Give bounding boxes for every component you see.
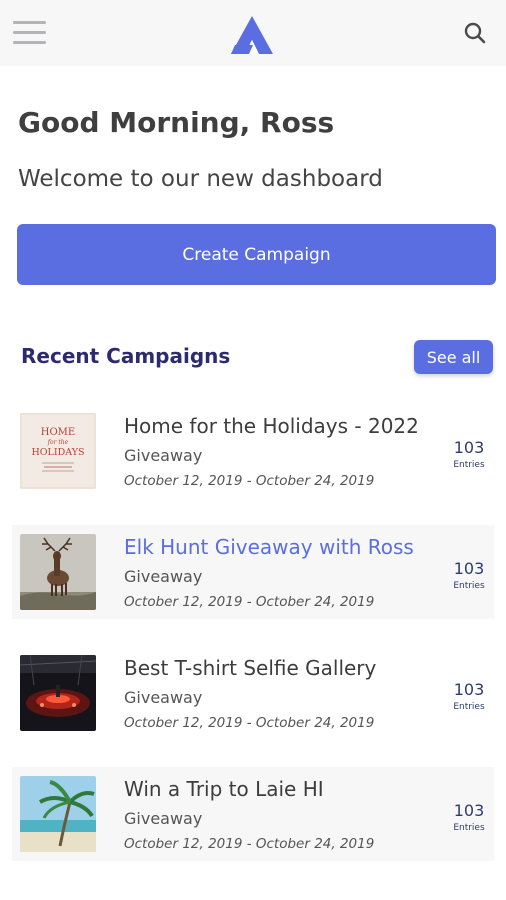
recent-campaigns-title: Recent Campaigns [21,344,231,368]
campaign-thumbnail [20,776,96,852]
entries-count: 103 [453,680,485,699]
campaign-row-elk-hunt[interactable]: Elk Hunt Giveaway with Ross Giveaway Oct… [12,525,494,619]
campaign-dates: October 12, 2019 - October 24, 2019 [124,715,375,731]
campaign-dates: October 12, 2019 - October 24, 2019 [124,594,375,610]
entries-count: 103 [453,801,485,820]
welcome-text: Welcome to our new dashboard [18,166,383,192]
campaign-thumbnail [20,655,96,731]
create-campaign-button[interactable]: Create Campaign [17,224,496,285]
thumb-line-for-the: for the [47,439,69,446]
entries-label: Entries [453,823,485,833]
campaign-title[interactable]: Best T-shirt Selfie Gallery [124,656,376,680]
campaign-type: Giveaway [124,446,203,465]
thumb-line-home: HOME [41,427,75,438]
see-all-button[interactable]: See all [414,340,493,374]
campaign-title[interactable]: Elk Hunt Giveaway with Ross [124,535,414,559]
campaign-list: HOME for the HOLIDAYS Home for the Holid… [12,404,494,888]
top-bar [0,0,506,66]
campaign-dates: October 12, 2019 - October 24, 2019 [124,836,375,852]
entries-label: Entries [453,581,485,591]
hamburger-menu-icon[interactable] [13,21,46,45]
campaign-thumbnail: HOME for the HOLIDAYS [20,413,96,489]
campaign-dates: October 12, 2019 - October 24, 2019 [124,473,375,489]
campaign-type: Giveaway [124,809,203,828]
campaign-thumbnail [20,534,96,610]
search-icon[interactable] [463,21,487,45]
campaign-row-trip-laie[interactable]: Win a Trip to Laie HI Giveaway October 1… [12,767,494,861]
greeting-heading: Good Morning, Ross [18,106,335,139]
campaign-title[interactable]: Home for the Holidays - 2022 [124,414,419,438]
entries-label: Entries [453,702,485,712]
campaign-title[interactable]: Win a Trip to Laie HI [124,777,324,801]
entries-label: Entries [453,460,485,470]
thumb-line-holidays: HOLIDAYS [31,447,84,458]
entries-count: 103 [453,559,485,578]
campaign-type: Giveaway [124,567,203,586]
entries-count: 103 [453,438,485,457]
campaign-row-tshirt-selfie[interactable]: Best T-shirt Selfie Gallery Giveaway Oct… [12,646,494,740]
triangle-logo-icon[interactable] [229,14,275,56]
campaign-type: Giveaway [124,688,203,707]
campaign-row-home-holidays[interactable]: HOME for the HOLIDAYS Home for the Holid… [12,404,494,498]
